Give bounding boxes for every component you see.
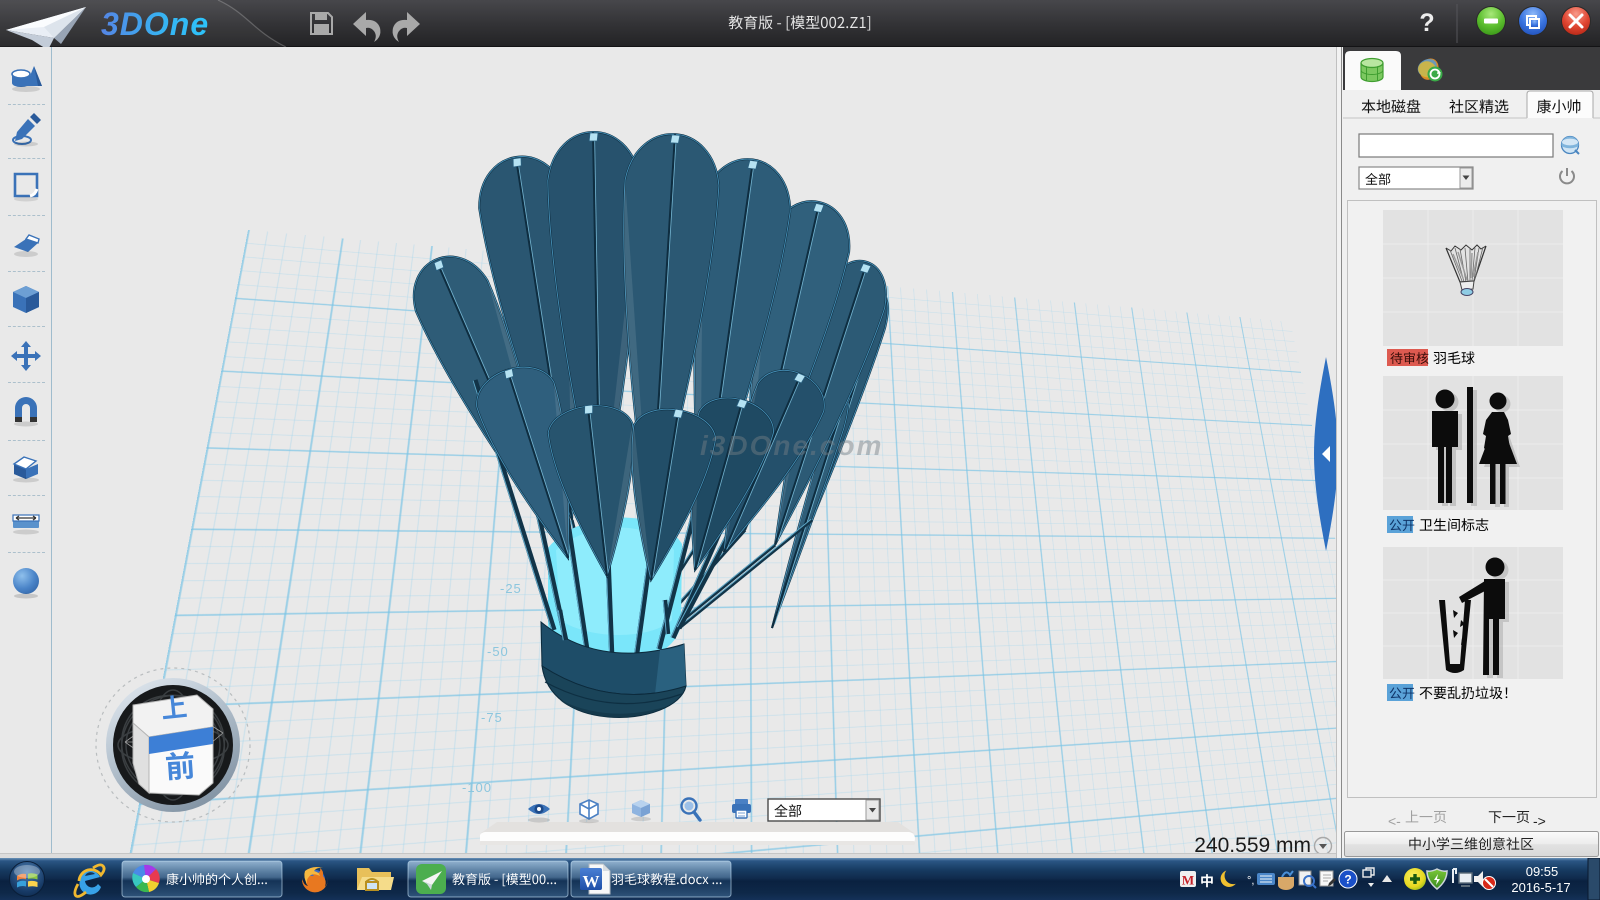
- svg-text:?: ?: [1344, 873, 1351, 887]
- svg-text:?: ?: [1419, 9, 1434, 37]
- svg-text:M: M: [1182, 873, 1194, 888]
- svg-text:09:55: 09:55: [1526, 864, 1559, 879]
- svg-text:2016-5-17: 2016-5-17: [1511, 880, 1570, 895]
- svg-text:<-: <-: [1388, 813, 1401, 829]
- svg-text:°,: °,: [1247, 875, 1254, 887]
- svg-text:W: W: [583, 872, 600, 891]
- svg-text:->: ->: [1533, 813, 1546, 829]
